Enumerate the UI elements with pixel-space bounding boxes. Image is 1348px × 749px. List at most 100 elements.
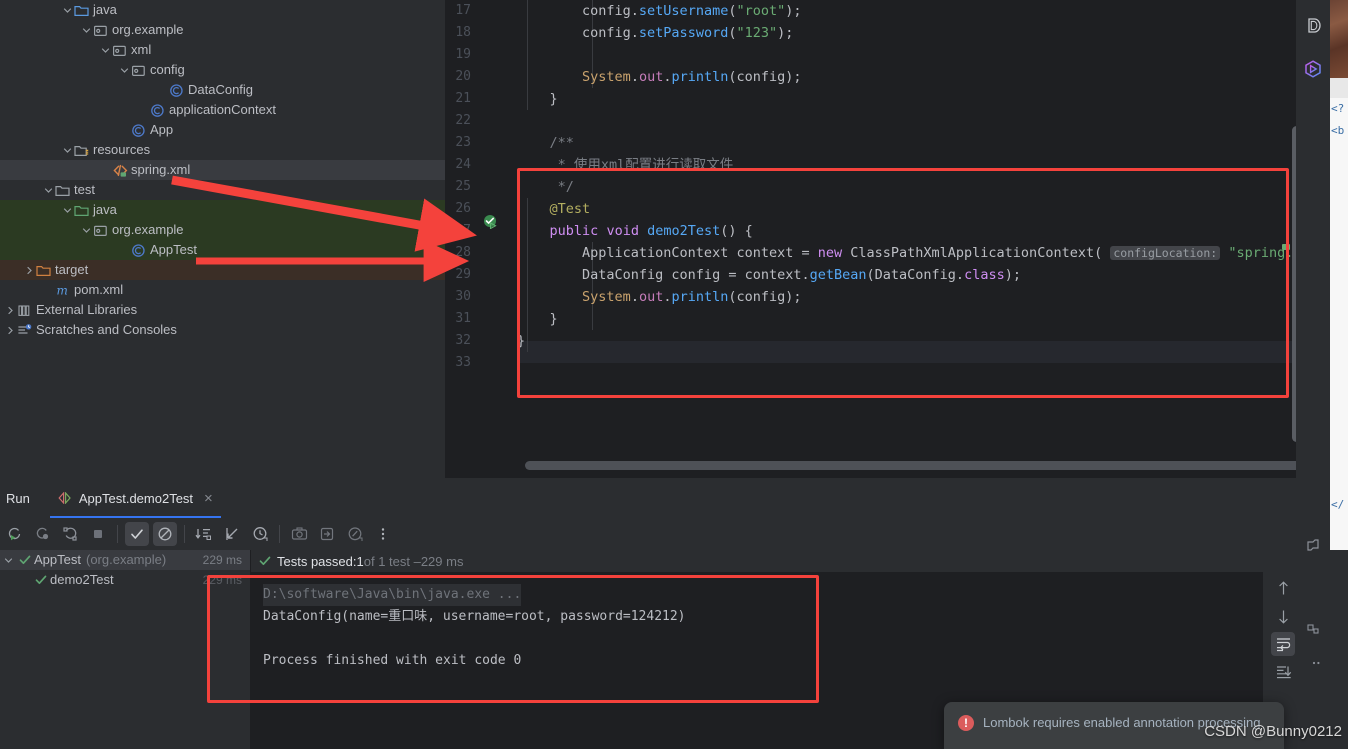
console-line: DataConfig(name=重口味, username=root, pass… xyxy=(263,609,686,624)
tree-item-spring-xml[interactable]: spring.xml xyxy=(0,160,445,180)
rerun-icon[interactable] xyxy=(2,522,26,546)
chevron-down-icon[interactable] xyxy=(80,220,92,240)
show-passed-icon[interactable] xyxy=(125,522,149,546)
tab-apptest-demo2test[interactable]: AppTest.demo2Test × xyxy=(49,478,221,518)
tree-item-org-example[interactable]: org.example xyxy=(0,220,445,240)
tree-item-org-example[interactable]: org.example xyxy=(0,20,445,40)
chevron-down-icon[interactable] xyxy=(80,20,92,40)
java-class-icon xyxy=(168,80,185,100)
chevron-none xyxy=(99,160,111,180)
tree-item-java[interactable]: java xyxy=(0,0,445,20)
line-number: 24 xyxy=(455,157,471,172)
tree-item-label: AppTest xyxy=(150,242,197,257)
line-number: 25 xyxy=(455,179,471,194)
folder-source-icon xyxy=(73,0,90,20)
tree-item-target[interactable]: target xyxy=(0,260,445,280)
code-line: /** xyxy=(517,135,574,151)
sort-alphabetically-icon[interactable] xyxy=(192,522,216,546)
test-results-tree[interactable]: AppTest (org.example) 229 ms demo2Test 2… xyxy=(0,550,250,749)
tree-item-label: target xyxy=(55,262,89,277)
test-passed-icon xyxy=(16,554,34,566)
code-editor[interactable]: 17 18 19 20 21 22 23 24 25 26 27 28 29 30 31 32 33 confi… xyxy=(445,0,1348,478)
database-icon[interactable] xyxy=(1296,8,1330,42)
code-line: System.out.println(config); xyxy=(582,289,802,305)
tree-item-dataconfig[interactable]: DataConfig xyxy=(0,80,445,100)
run-test-gutter-icon[interactable] xyxy=(483,215,497,230)
code-line: DataConfig config = context.getBean(Data… xyxy=(517,267,1021,283)
folder-icon xyxy=(54,180,71,200)
caret-line-highlight xyxy=(517,341,1303,363)
background-window-sliver[interactable]: <? <b </ xyxy=(1330,0,1348,749)
test-row-method[interactable]: demo2Test 229 ms xyxy=(0,570,250,590)
console-line: D:\software\Java\bin\java.exe ... xyxy=(263,584,522,606)
scroll-up-icon[interactable] xyxy=(1271,576,1295,600)
scroll-to-end-icon[interactable] xyxy=(1271,660,1295,684)
collapse-all-icon[interactable] xyxy=(220,522,244,546)
tree-item-xml[interactable]: xml xyxy=(0,40,445,60)
toolbar-separator xyxy=(184,525,185,543)
history-icon[interactable] xyxy=(248,522,272,546)
test-package: (org.example) xyxy=(85,552,167,567)
run-panel-header: Run AppTest.demo2Test × xyxy=(0,478,1303,519)
code-line: System.out.println(config); xyxy=(582,69,802,85)
maven-tool-icon[interactable] xyxy=(1296,52,1330,86)
more-options-icon[interactable] xyxy=(371,522,395,546)
profiler-icon[interactable] xyxy=(343,522,367,546)
test-row-suite[interactable]: AppTest (org.example) 229 ms xyxy=(0,550,250,570)
toggle-auto-test-icon[interactable] xyxy=(58,522,82,546)
close-icon[interactable]: × xyxy=(204,491,213,506)
code-line: * 使用xml配置进行读取文件 xyxy=(517,157,734,173)
chevron-right-icon[interactable] xyxy=(23,260,35,280)
tree-item-resources[interactable]: resources xyxy=(0,140,445,160)
chevron-right-icon[interactable] xyxy=(4,300,16,320)
line-number: 32 xyxy=(455,333,471,348)
rerun-failed-icon[interactable] xyxy=(30,522,54,546)
ide-window: java org.example xml config DataConfig applic… xyxy=(0,0,1348,749)
chevron-down-icon[interactable] xyxy=(61,140,73,160)
tree-item-label: xml xyxy=(131,42,152,57)
chevron-down-icon[interactable] xyxy=(0,556,16,565)
export-icon[interactable] xyxy=(315,522,339,546)
line-number: 18 xyxy=(455,25,471,40)
bg-doc-line: <b xyxy=(1331,124,1345,137)
line-number: 33 xyxy=(455,355,471,370)
tree-item-label: pom.xml xyxy=(74,282,124,297)
tree-item-scratches-and-consoles[interactable]: Scratches and Consoles xyxy=(0,320,445,340)
tree-item-apptest[interactable]: AppTest xyxy=(0,240,445,260)
test-passed-icon xyxy=(32,574,50,586)
show-ignored-icon[interactable] xyxy=(153,522,177,546)
more-tools-icon[interactable] xyxy=(1300,646,1334,680)
tree-item-test[interactable]: test xyxy=(0,180,445,200)
chevron-down-icon[interactable] xyxy=(99,40,111,60)
console-gutter xyxy=(251,572,259,749)
line-number: 20 xyxy=(455,69,471,84)
chevron-right-icon[interactable] xyxy=(4,320,16,340)
tree-item-label: External Libraries xyxy=(36,302,138,317)
line-number: 23 xyxy=(455,135,471,150)
chevron-down-icon[interactable] xyxy=(118,60,130,80)
code-content[interactable]: config.setUsername("root"); config.setPa… xyxy=(517,0,1303,478)
run-panel-toolbar[interactable] xyxy=(0,518,1303,550)
tree-item-applicationcontext[interactable]: applicationContext xyxy=(0,100,445,120)
tree-item-config[interactable]: config xyxy=(0,60,445,80)
tree-item-external-libraries[interactable]: External Libraries xyxy=(0,300,445,320)
scratches-icon xyxy=(16,320,33,340)
chevron-down-icon[interactable] xyxy=(61,0,73,20)
scroll-down-icon[interactable] xyxy=(1271,604,1295,628)
tree-item-label: org.example xyxy=(112,22,184,37)
stop-icon[interactable] xyxy=(86,522,110,546)
chevron-down-icon[interactable] xyxy=(61,200,73,220)
code-line: */ xyxy=(517,179,574,195)
soft-wrap-icon[interactable] xyxy=(1271,632,1295,656)
line-number: 19 xyxy=(455,47,471,62)
editor-gutter[interactable]: 17 18 19 20 21 22 23 24 25 26 27 28 29 30 31 32 33 xyxy=(445,0,517,478)
screenshot-icon[interactable] xyxy=(287,522,311,546)
tree-item-pom-xml[interactable]: m pom.xml xyxy=(0,280,445,300)
tree-item-app[interactable]: App xyxy=(0,120,445,140)
editor-horizontal-scrollbar[interactable] xyxy=(525,461,1348,470)
tree-item-label: java xyxy=(93,202,117,217)
chevron-down-icon[interactable] xyxy=(42,180,54,200)
tree-item-java[interactable]: java xyxy=(0,200,445,220)
line-number: 28 xyxy=(455,245,471,260)
